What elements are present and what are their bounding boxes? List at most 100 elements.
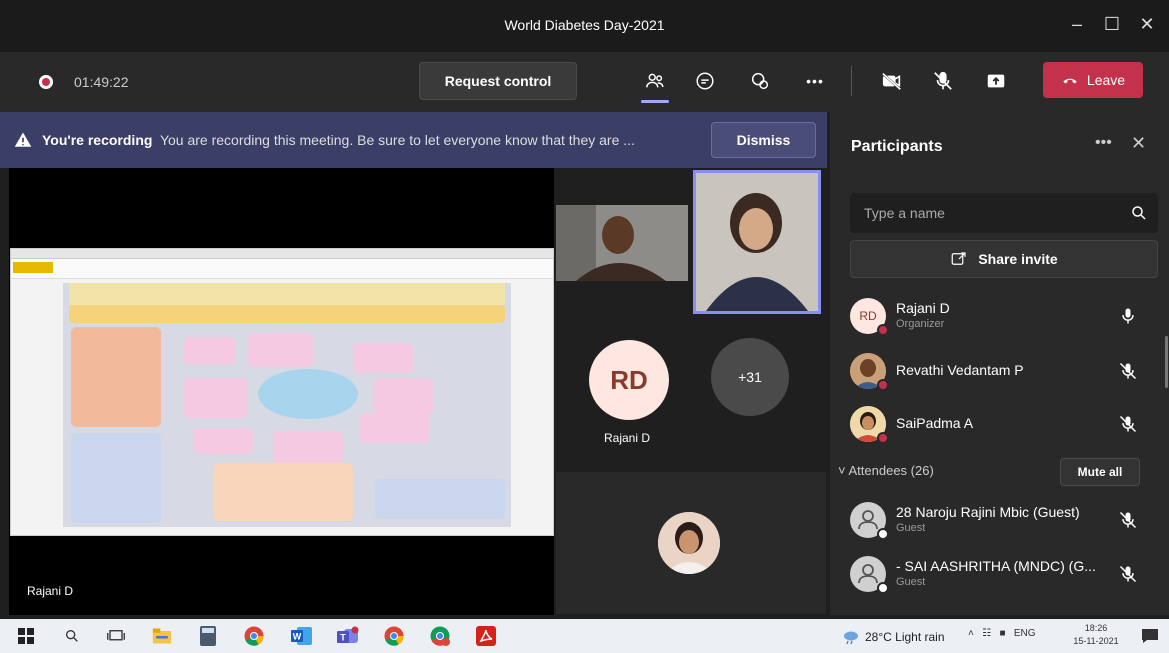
- participant-avatar: [658, 512, 720, 574]
- share-screen-icon[interactable]: [978, 62, 1014, 100]
- volume-icon[interactable]: ■: [1000, 628, 1006, 639]
- panel-scrollbar[interactable]: [1165, 336, 1168, 388]
- poster-box: [183, 378, 248, 418]
- system-clock[interactable]: 18:26 15-11-2021: [1066, 622, 1126, 648]
- mic-off-icon[interactable]: [1118, 361, 1138, 381]
- clock-date: 15-11-2021: [1073, 636, 1119, 646]
- poster-section: [71, 433, 161, 523]
- share-invite-button[interactable]: Share invite: [850, 240, 1158, 278]
- status-badge: [877, 528, 889, 540]
- shared-window-ribbon: [11, 259, 553, 279]
- search-input[interactable]: [850, 193, 1120, 233]
- recording-icon: [39, 75, 53, 89]
- poster-box: [193, 428, 253, 454]
- attendees-section-header[interactable]: ˅ Attendees (26): [838, 463, 934, 478]
- participant-video-feed: [696, 173, 818, 311]
- poster-section: [375, 479, 505, 519]
- file-explorer-icon[interactable]: [150, 624, 174, 648]
- poster-title-band: [69, 305, 505, 323]
- shared-poster-image: [63, 283, 511, 527]
- minimize-icon[interactable]: –: [1062, 12, 1092, 36]
- mic-off-icon[interactable]: [1118, 510, 1138, 530]
- dismiss-button[interactable]: Dismiss: [711, 122, 816, 158]
- participant-role: Organizer: [896, 318, 945, 330]
- mic-off-icon[interactable]: [1118, 564, 1138, 584]
- poster-box: [248, 333, 313, 367]
- rd-avatar[interactable]: RD: [589, 340, 669, 420]
- svg-text:W: W: [293, 632, 302, 642]
- task-view-icon[interactable]: [104, 624, 128, 648]
- leave-label: Leave: [1086, 72, 1126, 88]
- teams-icon[interactable]: T: [336, 624, 360, 648]
- poster-header: [69, 283, 505, 305]
- more-participants-tile[interactable]: +31: [711, 338, 789, 416]
- participant-row[interactable]: Revathi Vedantam P: [846, 347, 1146, 395]
- recording-banner: You're recording You are recording this …: [0, 112, 827, 168]
- reactions-icon[interactable]: [742, 62, 778, 100]
- clock-time: 18:26: [1084, 623, 1108, 633]
- leave-button[interactable]: Leave: [1043, 62, 1143, 98]
- participants-icon[interactable]: [637, 62, 673, 100]
- word-icon[interactable]: W: [290, 624, 314, 648]
- poster-section: [71, 327, 161, 427]
- recording-message: You're recording You are recording this …: [42, 132, 635, 148]
- mic-off-icon[interactable]: [1118, 414, 1138, 434]
- participant-search[interactable]: [850, 193, 1158, 233]
- panel-more-button[interactable]: •••: [1095, 134, 1112, 152]
- participant-name: Revathi Vedantam P: [896, 362, 1024, 378]
- participant-name: - SAI AASHRITHA (MNDC) (G...: [896, 558, 1096, 574]
- presenter-name: Rajani D: [27, 584, 74, 598]
- network-icon[interactable]: ☷: [982, 628, 991, 639]
- panel-close-icon[interactable]: ✕: [1131, 133, 1146, 154]
- participant-video-tile[interactable]: [556, 205, 688, 281]
- more-actions-button[interactable]: •••: [797, 62, 833, 100]
- participant-role: Guest: [896, 522, 926, 534]
- poster-box: [183, 337, 235, 365]
- warning-icon: [14, 132, 32, 147]
- status-badge: [877, 582, 889, 594]
- status-badge: [877, 432, 889, 444]
- status-badge: [877, 324, 889, 336]
- chevron-up-icon[interactable]: ˄: [968, 628, 974, 639]
- notification-icon[interactable]: [1138, 624, 1162, 648]
- calculator-icon[interactable]: [196, 624, 220, 648]
- camera-off-icon[interactable]: [874, 62, 910, 100]
- system-tray[interactable]: ˄ ☷ ■ ENG: [968, 628, 1036, 639]
- maximize-icon[interactable]: ☐: [1097, 12, 1127, 36]
- active-tab-indicator: [641, 100, 669, 103]
- toolbar-divider: [851, 66, 852, 96]
- mute-all-button[interactable]: Mute all: [1060, 458, 1140, 486]
- mic-off-icon[interactable]: [925, 62, 961, 100]
- participant-video-feed: [556, 205, 688, 281]
- poster-box: [353, 343, 413, 373]
- language-indicator[interactable]: ENG: [1014, 628, 1036, 639]
- search-icon[interactable]: [60, 624, 84, 648]
- participant-name: Rajani D: [896, 300, 950, 316]
- mic-on-icon[interactable]: [1118, 306, 1138, 326]
- participant-row[interactable]: - SAI AASHRITHA (MNDC) (G... Guest: [846, 550, 1146, 598]
- participant-role: Guest: [896, 576, 926, 588]
- participant-row[interactable]: RD Rajani D Organizer: [846, 292, 1146, 340]
- chrome-profile-icon[interactable]: [382, 624, 406, 648]
- attendees-label: Attendees (26): [848, 463, 934, 478]
- chevron-down-icon: ˅: [838, 463, 846, 478]
- request-control-button[interactable]: Request control: [419, 62, 577, 100]
- teams-meeting-window: World Diabetes Day-2021 – ☐ ✕ 01:49:22 R…: [0, 0, 1169, 653]
- windows-start-icon[interactable]: [14, 624, 38, 648]
- weather-text: 28°C Light rain: [865, 630, 945, 644]
- status-badge: [877, 379, 889, 391]
- close-icon[interactable]: ✕: [1132, 12, 1162, 36]
- participant-row[interactable]: SaiPadma A: [846, 400, 1146, 448]
- chat-icon[interactable]: [687, 62, 723, 100]
- weather-icon: [844, 631, 858, 644]
- search-icon[interactable]: [1130, 204, 1148, 222]
- poster-box: [373, 378, 433, 414]
- participant-row[interactable]: 28 Naroju Rajini Mbic (Guest) Guest: [846, 496, 1146, 544]
- acrobat-icon[interactable]: [474, 624, 498, 648]
- recording-title: You're recording: [42, 132, 153, 148]
- active-speaker-video-tile[interactable]: [693, 170, 821, 314]
- chrome-profile-icon[interactable]: [428, 624, 452, 648]
- participants-title: Participants: [851, 138, 943, 155]
- weather-widget[interactable]: 28°C Light rain: [843, 630, 945, 644]
- chrome-icon[interactable]: [242, 624, 266, 648]
